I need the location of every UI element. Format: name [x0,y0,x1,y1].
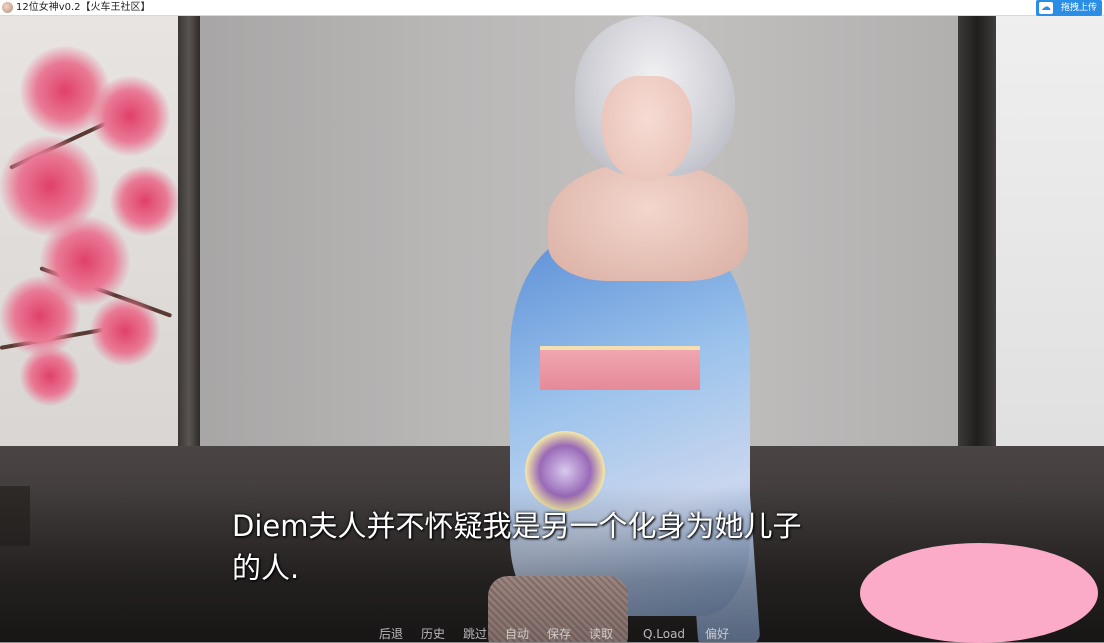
quick-menu-back[interactable]: 后退 [379,626,403,642]
character-face [602,76,692,181]
window-title: 12位女神v0.2【火车王社区】 [16,2,151,13]
window-title-bar: 12位女神v0.2【火车王社区】 ☁ 拖拽上传 [0,0,1104,16]
dialogue-text: Diem夫人并不怀疑我是另一个化身为她儿子 的人. [232,505,872,589]
quick-menu-load[interactable]: 读取 [589,626,613,642]
upload-button-label: 拖拽上传 [1061,3,1098,13]
character-obi [540,346,700,390]
quick-menu-preferences[interactable]: 偏好 [705,626,729,642]
dialogue-line-1: Diem夫人并不怀疑我是另一个化身为她儿子 [232,509,802,543]
upload-button[interactable]: ☁ 拖拽上传 [1036,0,1102,16]
dialogue-line-2: 的人. [232,551,300,585]
quick-menu-quick-load[interactable]: Q.Load [643,626,685,642]
cloud-upload-icon: ☁ [1039,2,1053,14]
quick-menu-save[interactable]: 保存 [547,626,571,642]
quick-menu-history[interactable]: 历史 [421,626,445,642]
pink-overlay-shape [860,543,1098,643]
quick-menu-skip[interactable]: 跳过 [463,626,487,642]
app-icon [2,2,13,13]
quick-menu-auto[interactable]: 自动 [505,626,529,642]
